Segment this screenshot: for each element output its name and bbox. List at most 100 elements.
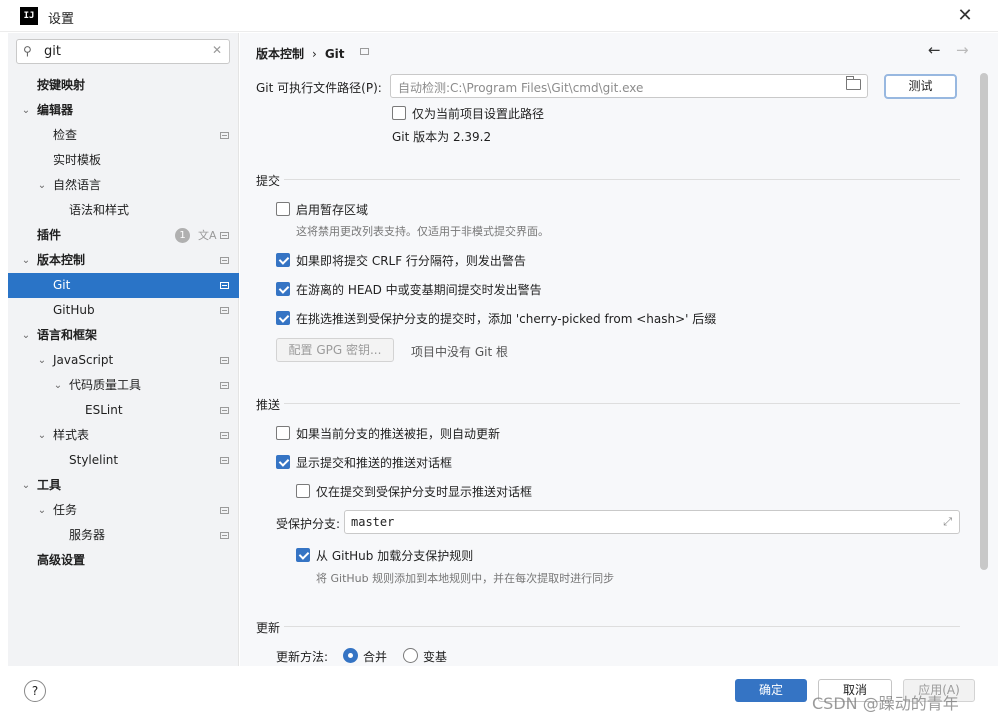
detached-head-warning-checkbox[interactable] [276, 282, 290, 296]
back-arrow-icon[interactable]: ← [928, 41, 941, 59]
search-value: git [44, 44, 61, 59]
project-only-path-label: 仅为当前项目设置此路径 [412, 107, 545, 121]
protected-branches-label: 受保护分支: [276, 517, 341, 531]
project-scope-icon [220, 407, 229, 414]
watermark: CSDN @躁动的青年 [812, 694, 959, 713]
section-divider [284, 179, 960, 180]
chevron-down-icon[interactable]: ⌄ [36, 173, 48, 198]
update-method-label: 更新方法: [276, 650, 329, 664]
chevron-down-icon[interactable]: ⌄ [20, 473, 32, 498]
project-scope-icon [220, 307, 229, 314]
sidebar-item-languages-frameworks[interactable]: ⌄ 语言和框架 [8, 323, 239, 348]
expand-icon[interactable]: ⤢ [943, 515, 952, 529]
sidebar-item-grammar-style[interactable]: 语法和样式 [8, 198, 239, 223]
cherry-pick-suffix-checkbox[interactable] [276, 311, 290, 325]
git-path-input[interactable]: 自动检测:C:\Program Files\Git\cmd\git.exe [390, 74, 868, 98]
section-divider [284, 403, 960, 404]
chevron-down-icon[interactable]: ⌄ [36, 498, 48, 523]
title-bar: IJ 设置 ✕ [0, 0, 998, 32]
staging-area-hint: 这将禁用更改列表支持。仅适用于非模式提交界面。 [296, 225, 549, 238]
show-push-dialog-checkbox[interactable] [276, 455, 290, 469]
breadcrumb-current: Git [324, 47, 345, 61]
sidebar-item-git[interactable]: Git [8, 273, 239, 298]
scrollbar[interactable] [980, 73, 988, 570]
project-scope-icon [220, 232, 229, 239]
update-count-badge: 1 [175, 228, 190, 243]
ok-button[interactable]: 确定 [735, 679, 807, 702]
forward-arrow-icon[interactable]: → [956, 41, 969, 59]
project-scope-icon [220, 457, 229, 464]
sidebar-item-live-templates[interactable]: 实时模板 [8, 148, 239, 173]
show-push-dialog-label: 显示提交和推送的推送对话框 [296, 456, 453, 470]
sidebar-item-editor[interactable]: ⌄ 编辑器 [8, 98, 239, 123]
sidebar-item-javascript[interactable]: ⌄ JavaScript [8, 348, 239, 373]
auto-update-on-reject-checkbox[interactable] [276, 426, 290, 440]
sidebar-item-eslint[interactable]: ESLint [8, 398, 239, 423]
settings-content: 版本控制 › Git ← → Git 可执行文件路径(P): 自动检测:C:\Pro… [240, 33, 998, 666]
sidebar-item-keymap[interactable]: 按键映射 [8, 73, 239, 98]
chevron-down-icon[interactable]: ⌄ [52, 373, 64, 398]
chevron-down-icon[interactable]: ⌄ [36, 348, 48, 373]
search-input[interactable]: ⚲ git ✕ [16, 39, 230, 64]
close-icon[interactable]: ✕ [952, 4, 978, 28]
crlf-warning-checkbox[interactable] [276, 253, 290, 267]
merge-label: 合并 [363, 650, 388, 664]
git-path-label: Git 可执行文件路径(P): [256, 81, 382, 95]
protected-branches-input[interactable]: master ⤢ [344, 510, 960, 534]
staging-area-checkbox[interactable] [276, 202, 290, 216]
configure-gpg-button[interactable]: 配置 GPG 密钥... [276, 338, 394, 362]
merge-radio[interactable] [343, 648, 358, 663]
sidebar-item-plugins[interactable]: 插件 1 文A [8, 223, 239, 248]
github-rules-checkbox[interactable] [296, 548, 310, 562]
project-scope-icon [220, 532, 229, 539]
update-section-title: 更新 [256, 621, 281, 635]
rebase-radio[interactable] [403, 648, 418, 663]
sidebar-item-tasks[interactable]: ⌄ 任务 [8, 498, 239, 523]
project-scope-icon [220, 282, 229, 289]
sidebar-item-github[interactable]: GitHub [8, 298, 239, 323]
sidebar-item-servers[interactable]: 服务器 [8, 523, 239, 548]
commit-section-title: 提交 [256, 174, 281, 188]
sidebar-item-stylesheets[interactable]: ⌄ 样式表 [8, 423, 239, 448]
sidebar-item-code-quality-tools[interactable]: ⌄ 代码质量工具 [8, 373, 239, 398]
detached-head-warning-label: 在游离的 HEAD 中或变基期间提交时发出警告 [296, 283, 542, 297]
project-scope-icon [220, 507, 229, 514]
protected-only-dialog-checkbox[interactable] [296, 484, 310, 498]
chevron-down-icon[interactable]: ⌄ [36, 423, 48, 448]
project-scope-icon [220, 432, 229, 439]
chevron-down-icon[interactable]: ⌄ [20, 248, 32, 273]
sidebar-item-version-control[interactable]: ⌄ 版本控制 [8, 248, 239, 273]
translate-icon: 文A [198, 229, 217, 242]
settings-sidebar: ⚲ git ✕ 按键映射 ⌄ 编辑器 检查 实时模板 ⌄ 自然语言 语法和样式 … [8, 33, 239, 666]
cherry-pick-suffix-label: 在挑选推送到受保护分支的提交时，添加 'cherry-picked from <… [296, 312, 717, 326]
sidebar-item-inspections[interactable]: 检查 [8, 123, 239, 148]
project-scope-icon [220, 382, 229, 389]
intellij-logo-icon: IJ [20, 7, 38, 25]
push-section-title: 推送 [256, 398, 281, 412]
clear-search-icon[interactable]: ✕ [212, 43, 222, 57]
breadcrumb-separator: › [312, 47, 317, 61]
help-button[interactable]: ? [24, 680, 46, 702]
chevron-down-icon[interactable]: ⌄ [20, 98, 32, 123]
sidebar-item-advanced-settings[interactable]: 高级设置 [8, 548, 239, 573]
folder-icon[interactable] [846, 76, 861, 90]
project-scope-icon [220, 357, 229, 364]
project-scope-icon [220, 132, 229, 139]
sidebar-item-tools[interactable]: ⌄ 工具 [8, 473, 239, 498]
search-icon: ⚲ [23, 44, 32, 58]
gpg-hint: 项目中没有 Git 根 [411, 345, 508, 359]
git-path-placeholder: 自动检测:C:\Program Files\Git\cmd\git.exe [398, 81, 644, 95]
sidebar-item-stylelint[interactable]: Stylelint [8, 448, 239, 473]
test-button[interactable]: 测试 [884, 74, 957, 99]
rebase-label: 变基 [423, 650, 448, 664]
window-title: 设置 [48, 12, 75, 27]
sidebar-item-natural-languages[interactable]: ⌄ 自然语言 [8, 173, 239, 198]
protected-only-dialog-label: 仅在提交到受保护分支时显示推送对话框 [316, 485, 533, 499]
project-scope-icon [220, 257, 229, 264]
project-only-path-checkbox[interactable] [392, 106, 406, 120]
breadcrumb-parent[interactable]: 版本控制 [256, 47, 304, 61]
staging-area-label: 启用暂存区域 [296, 203, 369, 217]
github-rules-hint: 将 GitHub 规则添加到本地规则中，并在每次提取时进行同步 [316, 572, 615, 585]
breadcrumb: 版本控制 › Git [256, 45, 345, 62]
chevron-down-icon[interactable]: ⌄ [20, 323, 32, 348]
